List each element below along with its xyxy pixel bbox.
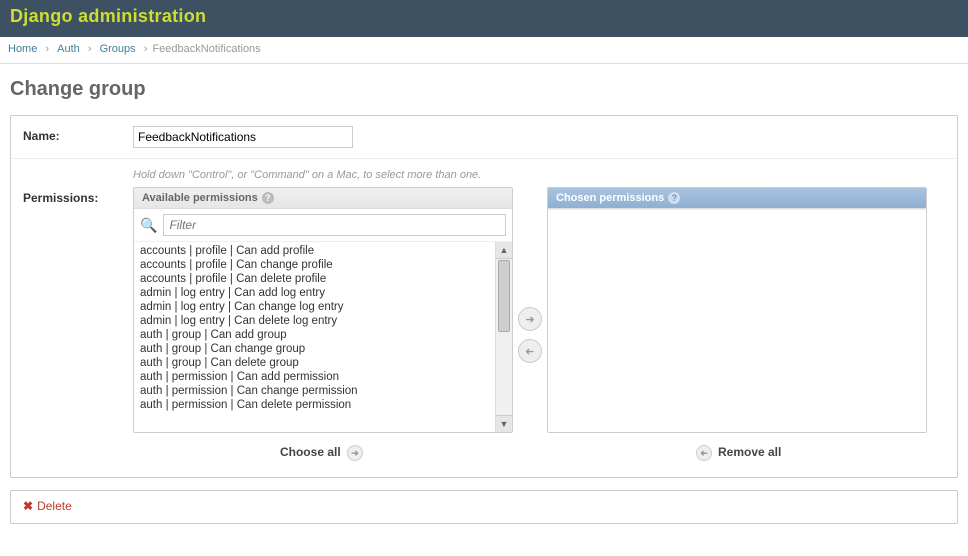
scrollbar[interactable]: ▲ ▼ [495,242,512,432]
breadcrumb-groups[interactable]: Groups [100,43,136,55]
permissions-help-text: Hold down "Control", or "Command" on a M… [133,169,945,181]
breadcrumb-current: FeedbackNotifications [152,43,260,55]
permissions-selector: Available permissions ? 🔍 accounts | pro… [133,187,945,433]
choose-all-label: Choose all [280,445,341,459]
permission-option[interactable]: accounts | profile | Can delete profile [138,272,495,286]
search-icon: 🔍 [140,217,157,234]
scroll-thumb[interactable] [498,260,510,332]
permission-option[interactable]: admin | log entry | Can delete log entry [138,314,495,328]
scroll-down-icon[interactable]: ▼ [496,415,512,432]
permission-option[interactable]: auth | group | Can delete group [138,356,495,370]
permission-option[interactable]: accounts | profile | Can add profile [138,244,495,258]
help-icon[interactable]: ? [262,192,274,204]
add-button[interactable]: ➜ [518,307,542,331]
page-title: Change group [10,78,958,101]
available-permissions-box: Available permissions ? 🔍 accounts | pro… [133,187,513,433]
permission-option[interactable]: auth | group | Can change group [138,342,495,356]
permission-option[interactable]: accounts | profile | Can change profile [138,258,495,272]
arrow-right-icon: ➜ [525,313,534,326]
chosen-list[interactable] [548,210,926,429]
permission-option[interactable]: auth | group | Can add group [138,328,495,342]
arrow-right-icon: ➜ [347,445,363,461]
remove-button[interactable]: ➜ [518,339,542,363]
permissions-label: Permissions: [23,169,133,205]
available-filter-input[interactable] [163,214,506,236]
permission-option[interactable]: auth | permission | Can delete permissio… [138,398,495,412]
delete-icon: ✖ [23,499,33,513]
arrow-left-icon: ➜ [696,445,712,461]
chosen-header-text: Chosen permissions [556,192,664,204]
available-header-text: Available permissions [142,192,258,204]
permission-option[interactable]: auth | permission | Can change permissio… [138,384,495,398]
selector-buttons: ➜ ➜ [513,187,547,433]
delete-link[interactable]: ✖ Delete [11,491,84,523]
available-list[interactable]: accounts | profile | Can add profileacco… [134,242,495,432]
site-title-link[interactable]: Django administration [10,6,206,26]
scroll-up-icon[interactable]: ▲ [496,242,512,259]
choose-all-link[interactable]: Choose all ➜ [280,445,366,459]
arrow-left-icon: ➜ [525,345,534,358]
delete-label: Delete [37,499,72,513]
chosen-permissions-box: Chosen permissions ? [547,187,927,433]
breadcrumb: Home › Auth › Groups › FeedbackNotificat… [0,39,968,64]
remove-all-link[interactable]: ➜ Remove all [693,445,782,459]
permission-option[interactable]: admin | log entry | Can add log entry [138,286,495,300]
help-icon[interactable]: ? [668,192,680,204]
site-header: Django administration [0,0,968,39]
chosen-header: Chosen permissions ? [548,188,926,209]
group-form-module: Name: Permissions: Hold down "Control", … [10,115,958,478]
remove-all-label: Remove all [718,445,781,459]
permission-option[interactable]: admin | log entry | Can change log entry [138,300,495,314]
breadcrumb-auth[interactable]: Auth [57,43,80,55]
permission-option[interactable]: auth | permission | Can add permission [138,370,495,384]
name-field[interactable] [133,126,353,148]
name-label: Name: [23,126,133,148]
available-header: Available permissions ? [134,188,512,209]
delete-module: ✖ Delete [10,490,958,524]
breadcrumb-home[interactable]: Home [8,43,37,55]
